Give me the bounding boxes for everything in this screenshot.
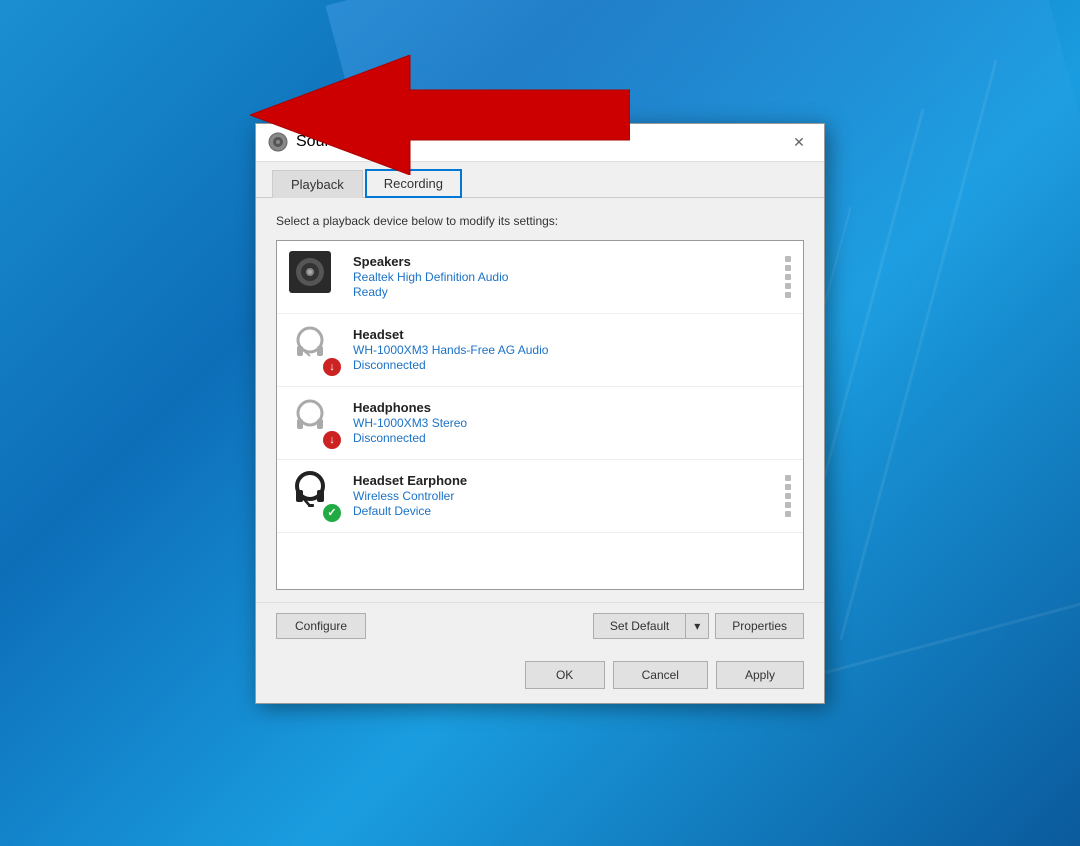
speakers-name: Speakers [353, 254, 785, 269]
headset-earphone-icon-wrap: ✓ [289, 470, 341, 522]
scroll-dot [785, 292, 791, 298]
sound-app-icon [268, 132, 288, 152]
scroll-dot [785, 274, 791, 280]
set-default-group: Set Default ▾ Properties [593, 613, 804, 639]
action-buttons-row: OK Cancel Apply [256, 651, 824, 703]
scroll-dot [785, 475, 791, 481]
headset-earphone-status: Default Device [353, 504, 785, 518]
title-left: Sound [268, 132, 342, 152]
device-item-headset-earphone[interactable]: ✓ Headset Earphone Wireless Controller D… [277, 460, 803, 533]
apply-button[interactable]: Apply [716, 661, 804, 689]
dialog-overlay: Sound ✕ Playback Recording Sounds Commun… [0, 0, 1080, 846]
headphones-name: Headphones [353, 400, 791, 415]
headphones-icon-wrap: ↓ [289, 397, 341, 449]
speakers-info: Speakers Realtek High Definition Audio R… [353, 254, 785, 299]
sound-dialog: Sound ✕ Playback Recording Sounds Commun… [255, 123, 825, 704]
headset-desc: WH-1000XM3 Hands-Free AG Audio [353, 343, 791, 357]
scroll-dot [785, 265, 791, 271]
set-default-dropdown-button[interactable]: ▾ [685, 613, 709, 639]
headset-earphone-info: Headset Earphone Wireless Controller Def… [353, 473, 785, 518]
set-default-button[interactable]: Set Default [593, 613, 685, 639]
headset-info: Headset WH-1000XM3 Hands-Free AG Audio D… [353, 327, 791, 372]
headphones-info: Headphones WH-1000XM3 Stereo Disconnecte… [353, 400, 791, 445]
headset-earphone-status-badge: ✓ [323, 504, 341, 522]
ok-button[interactable]: OK [525, 661, 605, 689]
tab-playback[interactable]: Playback [272, 170, 363, 198]
device-action-buttons: Configure Set Default ▾ Properties [256, 602, 824, 651]
scroll-indicator-2 [785, 475, 791, 517]
tabs-bar: Playback Recording Sounds Communications [256, 162, 824, 198]
headset-earphone-name: Headset Earphone [353, 473, 785, 488]
device-item-speakers[interactable]: Speakers Realtek High Definition Audio R… [277, 241, 803, 314]
scroll-indicator-1 [785, 256, 791, 298]
speakers-icon-wrap [289, 251, 341, 303]
headset-icon-wrap: ↓ [289, 324, 341, 376]
headphones-status-badge: ↓ [323, 431, 341, 449]
scroll-dot [785, 256, 791, 262]
scroll-dot [785, 493, 791, 499]
description-text: Select a playback device below to modify… [276, 214, 804, 228]
dialog-title-text: Sound [296, 133, 342, 151]
device-item-headphones[interactable]: ↓ Headphones WH-1000XM3 Stereo Disconnec… [277, 387, 803, 460]
close-button[interactable]: ✕ [786, 129, 812, 155]
headset-name: Headset [353, 327, 791, 342]
device-list[interactable]: Speakers Realtek High Definition Audio R… [276, 240, 804, 590]
dialog-titlebar: Sound ✕ [256, 124, 824, 162]
headset-status: Disconnected [353, 358, 791, 372]
dropdown-arrow-icon: ▾ [694, 619, 700, 633]
headset-icon [289, 324, 331, 366]
headphones-desc: WH-1000XM3 Stereo [353, 416, 791, 430]
headphones-icon [289, 397, 331, 439]
device-item-headset[interactable]: ↓ Headset WH-1000XM3 Hands-Free AG Audio… [277, 314, 803, 387]
scroll-dot [785, 502, 791, 508]
tab-recording[interactable]: Recording [365, 169, 462, 198]
speakers-icon [289, 251, 331, 293]
scroll-dot [785, 511, 791, 517]
speakers-status: Ready [353, 285, 785, 299]
scroll-dot [785, 283, 791, 289]
dialog-content: Select a playback device below to modify… [256, 198, 824, 602]
headset-earphone-desc: Wireless Controller [353, 489, 785, 503]
speakers-desc: Realtek High Definition Audio [353, 270, 785, 284]
headphones-status: Disconnected [353, 431, 791, 445]
properties-button[interactable]: Properties [715, 613, 804, 639]
headset-earphone-icon [289, 470, 331, 512]
scroll-dot [785, 484, 791, 490]
configure-button[interactable]: Configure [276, 613, 366, 639]
cancel-button[interactable]: Cancel [613, 661, 708, 689]
headset-status-badge: ↓ [323, 358, 341, 376]
